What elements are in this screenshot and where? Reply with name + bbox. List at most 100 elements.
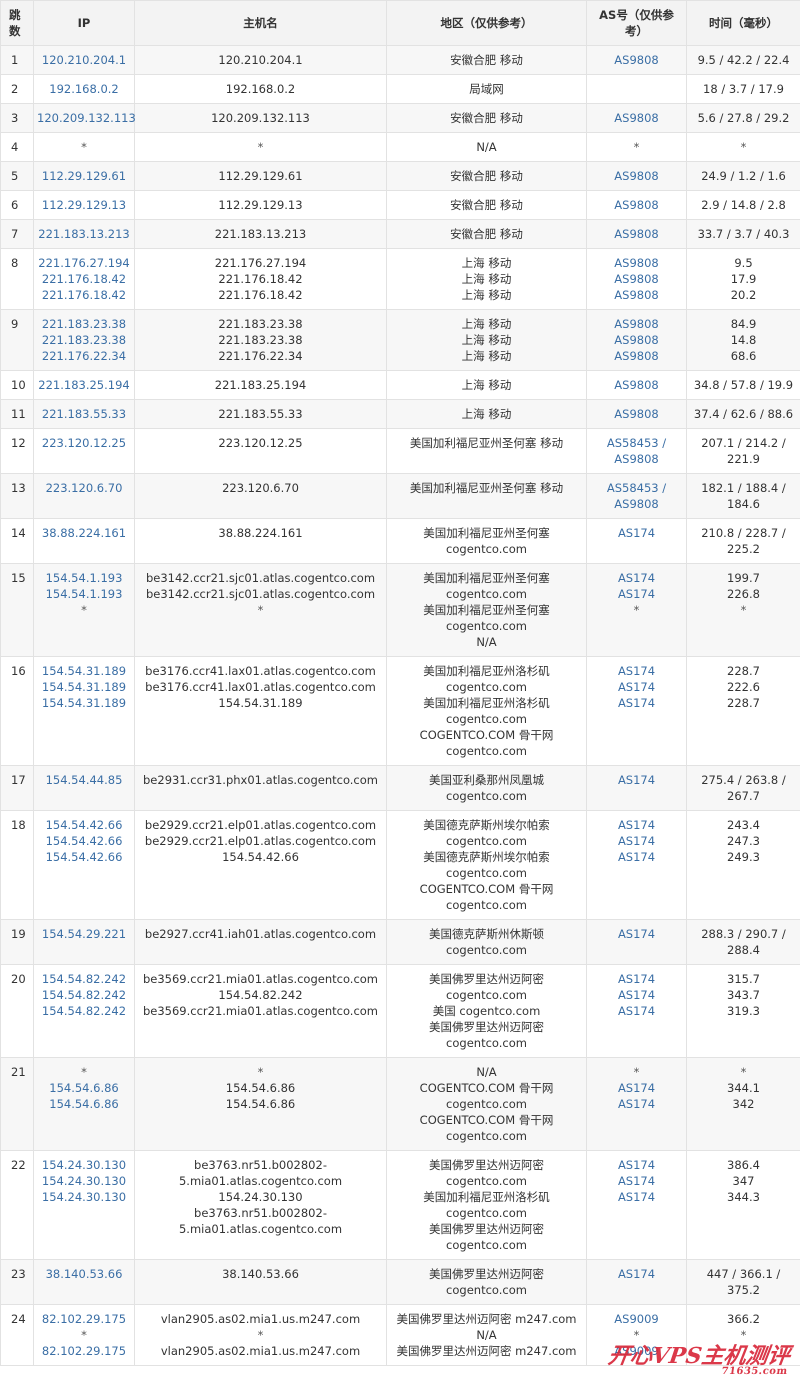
ip-link[interactable]: 223.120.12.25 xyxy=(37,435,131,451)
ip-link[interactable]: 82.102.29.175 xyxy=(37,1343,131,1359)
as-link[interactable]: AS174 xyxy=(590,586,683,602)
time-text: 9.5 xyxy=(734,256,753,270)
as-link[interactable]: AS174 xyxy=(590,987,683,1003)
hostname-cell: 38.140.53.66 xyxy=(134,1259,387,1305)
ip-link[interactable]: 221.176.18.42 xyxy=(37,271,131,287)
as-link[interactable]: AS9009 xyxy=(590,1311,683,1327)
region-text: cogentco.com xyxy=(446,712,527,726)
ip-link[interactable]: 38.140.53.66 xyxy=(37,1266,131,1282)
ip-link[interactable]: 154.24.30.130 xyxy=(37,1189,131,1205)
as-link[interactable]: AS9808 xyxy=(590,197,683,213)
ip-link[interactable]: 82.102.29.175 xyxy=(37,1311,131,1327)
ip-link[interactable]: 154.54.31.189 xyxy=(37,663,131,679)
as-link[interactable]: AS174 xyxy=(590,570,683,586)
as-link[interactable]: AS174 xyxy=(590,772,683,788)
as-link[interactable]: AS9808 xyxy=(590,52,683,68)
ip-link[interactable]: 38.88.224.161 xyxy=(37,525,131,541)
as-link[interactable]: AS174 xyxy=(590,1189,683,1205)
ip-link[interactable]: 112.29.129.61 xyxy=(37,168,131,184)
ip-link[interactable]: 154.54.29.221 xyxy=(37,926,131,942)
as-link[interactable]: AS9808 xyxy=(590,287,683,303)
time-cell: 9.5 / 42.2 / 22.4 xyxy=(686,45,800,75)
ip-link[interactable]: 154.54.42.66 xyxy=(37,817,131,833)
ip-link[interactable]: 154.24.30.130 xyxy=(37,1157,131,1173)
region-cell: N/A xyxy=(386,132,587,162)
as-link[interactable]: AS174 xyxy=(590,525,683,541)
as-link[interactable]: AS174 xyxy=(590,1096,683,1112)
hop-number: 7 xyxy=(0,219,34,249)
as-link[interactable]: AS9808 xyxy=(590,451,683,467)
ip-link[interactable]: 221.183.25.194 xyxy=(37,377,131,393)
ip-link[interactable]: 120.210.204.1 xyxy=(37,52,131,68)
as-link[interactable]: AS58453 / xyxy=(590,480,683,496)
as-link[interactable]: AS174 xyxy=(590,833,683,849)
as-link[interactable]: AS9808 xyxy=(590,406,683,422)
hostname-cell: be3763.nr51.b002802- 5.mia01.atlas.cogent… xyxy=(134,1150,387,1260)
as-link[interactable]: AS9808 xyxy=(590,110,683,126)
ip-link[interactable]: 154.54.82.242 xyxy=(37,987,131,1003)
as-link[interactable]: AS174 xyxy=(590,1266,683,1282)
region-text: cogentco.com xyxy=(446,680,527,694)
as-link[interactable]: AS174 xyxy=(590,817,683,833)
as-link[interactable]: AS174 xyxy=(590,663,683,679)
ip-link[interactable]: 221.183.13.213 xyxy=(37,226,131,242)
ip-link[interactable]: 154.54.6.86 xyxy=(37,1080,131,1096)
as-link[interactable]: AS174 xyxy=(590,1173,683,1189)
ip-link[interactable]: 221.183.23.38 xyxy=(37,316,131,332)
time-text: 347 xyxy=(732,1174,755,1188)
ip-link[interactable]: 154.54.31.189 xyxy=(37,695,131,711)
ip-link[interactable]: 221.183.55.33 xyxy=(37,406,131,422)
as-cell: AS174 AS174 AS174 xyxy=(586,810,687,920)
as-link[interactable]: AS9808 xyxy=(590,496,683,512)
region-text: 安徽合肥 移动 xyxy=(450,227,523,241)
as-link[interactable]: AS174 xyxy=(590,1157,683,1173)
as-link[interactable]: AS9808 xyxy=(590,332,683,348)
hostname-text: 221.183.13.213 xyxy=(214,227,307,241)
as-cell xyxy=(586,74,687,104)
ip-link[interactable]: 154.54.42.66 xyxy=(37,833,131,849)
as-link[interactable]: AS174 xyxy=(590,1080,683,1096)
region-text: cogentco.com xyxy=(446,834,527,848)
hostname-cell: be3569.ccr21.mia01.atlas.cogentco.com 154… xyxy=(134,964,387,1058)
ip-cell: 154.24.30.130 154.24.30.130 154.24.30.130 xyxy=(33,1150,135,1260)
ip-link[interactable]: 223.120.6.70 xyxy=(37,480,131,496)
as-link[interactable]: AS58453 / xyxy=(590,435,683,451)
ip-link[interactable]: 154.54.6.86 xyxy=(37,1096,131,1112)
ip-link[interactable]: 154.54.31.189 xyxy=(37,679,131,695)
ip-link[interactable]: 154.54.44.85 xyxy=(37,772,131,788)
ip-link[interactable]: 120.209.132.113 xyxy=(37,110,136,126)
region-text: 安徽合肥 移动 xyxy=(450,53,523,67)
ip-link[interactable]: 221.176.18.42 xyxy=(37,287,131,303)
as-link[interactable]: AS174 xyxy=(590,695,683,711)
as-link[interactable]: AS9808 xyxy=(590,168,683,184)
ip-link[interactable]: 154.54.1.193 xyxy=(37,570,131,586)
watermark-logo: 开心VPS主机测评 71635.com xyxy=(606,1338,793,1377)
as-link[interactable]: AS174 xyxy=(590,1003,683,1019)
as-link[interactable]: AS174 xyxy=(590,849,683,865)
ip-link[interactable]: 221.176.27.194 xyxy=(37,255,131,271)
as-link[interactable]: AS174 xyxy=(590,971,683,987)
as-link[interactable]: AS174 xyxy=(590,926,683,942)
as-link[interactable]: AS174 xyxy=(590,679,683,695)
as-link[interactable]: AS9808 xyxy=(590,348,683,364)
ip-link[interactable]: 154.24.30.130 xyxy=(37,1173,131,1189)
ip-link[interactable]: 154.54.82.242 xyxy=(37,971,131,987)
as-link[interactable]: AS9808 xyxy=(590,271,683,287)
ip-link[interactable]: 221.183.23.38 xyxy=(37,332,131,348)
as-link[interactable]: AS9808 xyxy=(590,226,683,242)
as-link[interactable]: AS9808 xyxy=(590,316,683,332)
as-link[interactable]: AS9808 xyxy=(590,377,683,393)
hop-number: 19 xyxy=(0,919,34,965)
ip-link[interactable]: 192.168.0.2 xyxy=(37,81,131,97)
region-text: 上海 移动 xyxy=(461,256,512,270)
ip-link[interactable]: 154.54.1.193 xyxy=(37,586,131,602)
ip-link[interactable]: 221.176.22.34 xyxy=(37,348,131,364)
hostname-text: 38.88.224.161 xyxy=(218,526,303,540)
time-cell: 207.1 / 214.2 / 221.9 xyxy=(686,428,800,474)
ip-link[interactable]: 112.29.129.13 xyxy=(37,197,131,213)
ip-link[interactable]: 154.54.42.66 xyxy=(37,849,131,865)
ip-link[interactable]: 154.54.82.242 xyxy=(37,1003,131,1019)
as-link[interactable]: AS9808 xyxy=(590,255,683,271)
hostname-cell: 120.209.132.113 xyxy=(134,103,387,133)
table-row: 21 * 154.54.6.86 154.54.6.86 * 154.54.6.86 154… xyxy=(0,1057,800,1151)
